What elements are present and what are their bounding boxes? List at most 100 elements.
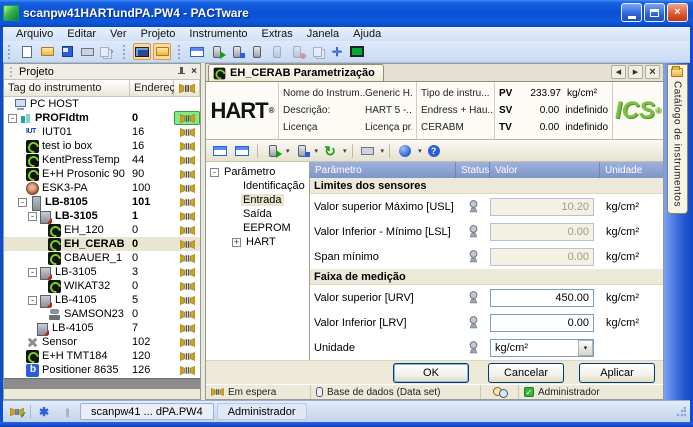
parameter-row: Valor superior [URV] ▾ kg/cm² — [310, 285, 663, 310]
print-preview-icon[interactable] — [359, 142, 377, 159]
menu-item[interactable]: Ver — [103, 28, 134, 40]
print-dropdown[interactable]: ▾ — [381, 147, 385, 155]
process-value-row: TV 0.00 indefinido — [499, 121, 608, 134]
resize-grip[interactable] — [676, 406, 686, 417]
expand-toggle[interactable]: - — [28, 295, 37, 305]
expand-toggle[interactable]: - — [8, 113, 17, 123]
menu-item[interactable]: Arquivo — [9, 28, 60, 40]
project-tree-row[interactable]: E+H TMT184 120 — [4, 349, 200, 363]
value-input[interactable] — [490, 247, 594, 266]
project-tree-row[interactable]: - PROFIdtm 0 — [4, 111, 200, 125]
project-tree-row[interactable]: CBAUER_1 0 — [4, 251, 200, 265]
device-type-icon — [39, 266, 52, 280]
print-icon[interactable] — [78, 43, 96, 60]
value-input[interactable] — [490, 313, 594, 332]
project-tree-row[interactable]: KentPressTemp 44 — [4, 153, 200, 167]
administrator-tab[interactable]: Administrador — [216, 403, 307, 420]
menu-item[interactable]: Projeto — [134, 28, 183, 40]
parameter-tree-root[interactable]: - Parâmetro — [210, 165, 309, 179]
project-tree-row[interactable]: - LB-8105 101 — [4, 195, 200, 211]
menu-item[interactable]: Extras — [255, 28, 300, 40]
parameter-tree-item[interactable]: Saída — [210, 207, 309, 221]
maximize-button[interactable] — [644, 3, 665, 22]
expand-toggle[interactable]: + — [232, 237, 241, 247]
connect-dropdown[interactable]: ▾ — [286, 147, 290, 155]
panel-close-icon[interactable]: × — [191, 66, 197, 77]
project-tree-row[interactable]: WIKAT32 0 — [4, 279, 200, 293]
project-tree-row[interactable]: SAMSON23 0 — [4, 307, 200, 321]
parameter-tree-item[interactable]: Entrada — [210, 193, 309, 207]
parameter-tree-item[interactable]: EEPROM — [210, 221, 309, 235]
column-header-address[interactable]: Endereço — [130, 80, 181, 97]
document-toolbar: ▾ ▾ ↻ ▾ ▾ ▾ ? — [206, 140, 663, 162]
close-tab-button[interactable]: × — [645, 65, 660, 79]
parameter-tree-item[interactable]: + HART — [210, 235, 309, 249]
network-view-icon[interactable] — [133, 43, 151, 60]
new-document-icon[interactable] — [18, 43, 36, 60]
project-tree-row[interactable]: E+H Prosonic 90 90 — [4, 167, 200, 181]
device-catalog-tab[interactable]: Catálogo de instrumentos — [666, 64, 688, 214]
tab-eh-cerab-parametrizacao[interactable]: EH_CERAB Parametrização — [208, 64, 384, 81]
project-tree-row[interactable]: - LB-4105 5 — [4, 293, 200, 308]
expand-toggle[interactable]: - — [28, 211, 37, 221]
device-address: 90 — [132, 168, 145, 180]
value-input[interactable] — [490, 222, 594, 241]
globe-icon[interactable] — [396, 142, 414, 159]
project-tree-row[interactable]: Positioner 8635 126 — [4, 363, 200, 377]
disconnect-dropdown[interactable]: ▾ — [315, 147, 319, 155]
project-window-tab[interactable]: scanpw41 ... dPA.PW4 — [80, 403, 214, 420]
project-tree-row[interactable]: IUT01 16 — [4, 125, 200, 139]
column-header-tag[interactable]: Tag do instrumento — [4, 80, 130, 97]
cancel-button[interactable]: Cancelar — [488, 362, 564, 383]
expand-toggle[interactable]: - — [210, 167, 219, 177]
close-button[interactable]: × — [667, 3, 688, 22]
asterisk-icon[interactable]: ✱ — [34, 403, 54, 420]
menu-item[interactable]: Instrumento — [182, 28, 254, 40]
project-tree-row[interactable]: Sensor 102 — [4, 335, 200, 349]
project-tree-row[interactable]: PC HOST — [4, 97, 200, 111]
connect-device-icon[interactable] — [208, 43, 226, 60]
move-icon[interactable]: ✛ — [328, 43, 346, 60]
save-icon[interactable] — [58, 43, 76, 60]
value-input[interactable] — [490, 197, 594, 216]
refresh-icon[interactable]: ↻ — [321, 142, 339, 159]
catalog-view-icon[interactable] — [153, 43, 171, 60]
apply-button[interactable]: Aplicar — [579, 362, 655, 383]
value-input[interactable] — [490, 288, 594, 307]
ok-button[interactable]: OK — [393, 362, 469, 383]
open-folder-icon[interactable] — [38, 43, 56, 60]
monitor-icon[interactable] — [348, 43, 366, 60]
expand-toggle[interactable]: - — [18, 197, 27, 207]
minimize-button[interactable] — [621, 3, 642, 22]
refresh-dropdown[interactable]: ▾ — [343, 147, 347, 155]
dropdown-button[interactable]: ▾ — [578, 339, 593, 356]
prev-tab-button[interactable]: ◀ — [611, 65, 626, 79]
device-tag: CBAUER_1 — [64, 252, 123, 264]
globe-dropdown[interactable]: ▾ — [418, 147, 422, 155]
device-icon[interactable] — [248, 43, 266, 60]
horizontal-scrollbar[interactable] — [4, 378, 200, 389]
disconnect-icon[interactable] — [293, 142, 311, 159]
project-tree-row[interactable]: EH_CERAB 0 — [4, 237, 200, 251]
parameter-tree-item[interactable]: Identificação — [210, 179, 309, 193]
project-tree-row[interactable]: test io box 16 — [4, 139, 200, 153]
connection-ok-icon[interactable] — [7, 403, 27, 421]
project-tree-row[interactable]: - LB-3105 3 — [4, 265, 200, 280]
layout-split-icon[interactable] — [233, 142, 251, 159]
project-tree-row[interactable]: EH_120 0 — [4, 223, 200, 237]
connect-icon[interactable] — [264, 142, 282, 159]
window-icon[interactable] — [188, 43, 206, 60]
project-tree-row[interactable]: LB-4105 7 — [4, 321, 200, 336]
disconnect-device-icon[interactable] — [228, 43, 246, 60]
menu-item[interactable]: Janela — [300, 28, 346, 40]
help-icon[interactable]: ? — [425, 142, 443, 159]
project-tree-row[interactable]: ESK3-PA 100 — [4, 181, 200, 195]
menu-item[interactable]: Editar — [60, 28, 103, 40]
layout-single-icon[interactable] — [211, 142, 229, 159]
device-address: 101 — [132, 196, 151, 208]
menu-item[interactable]: Ajuda — [346, 28, 388, 40]
next-tab-button[interactable]: ▶ — [628, 65, 643, 79]
pin-icon[interactable] — [177, 67, 186, 76]
expand-toggle[interactable]: - — [28, 267, 37, 277]
project-tree-row[interactable]: - LB-3105 1 — [4, 209, 200, 224]
